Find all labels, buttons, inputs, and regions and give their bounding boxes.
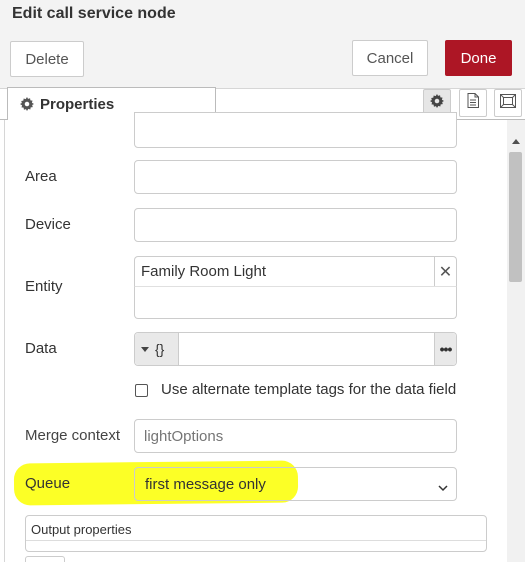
merge-context-input[interactable] [134,419,457,453]
entity-label: Entity [25,278,63,295]
description-icon [467,93,479,113]
data-type-value: {} [155,341,165,357]
entity-input[interactable] [134,287,457,319]
content-left-border [4,120,5,562]
dialog-header: Edit call service node Delete Cancel Don… [0,0,525,89]
scroll-up-icon[interactable] [512,139,520,144]
device-input[interactable] [134,208,457,242]
chevron-down-icon [438,479,448,496]
data-type-selector[interactable]: {} [135,333,179,365]
appearance-tab-button[interactable] [494,89,522,117]
output-properties-label: Output properties [31,522,132,537]
description-tab-button[interactable] [459,89,487,117]
output-properties-divider [26,540,486,541]
alt-template-checkbox[interactable] [135,384,148,397]
device-label: Device [25,216,71,233]
cancel-button[interactable]: Cancel [352,40,428,76]
data-typed-input[interactable]: {} ••• [134,332,457,366]
merge-context-label: Merge context [25,427,121,444]
tab-properties-label: Properties [40,95,115,113]
alt-template-label: Use alternate template tags for the data… [161,381,457,398]
ellipsis-icon[interactable]: ••• [434,333,456,365]
area-input[interactable] [134,160,457,194]
entity-tag-text: Family Room Light [141,263,267,280]
queue-select-value: first message only [145,475,266,493]
server-field-partial[interactable] [134,112,457,148]
queue-select[interactable]: first message only [134,467,457,501]
dialog-title: Edit call service node [12,5,176,22]
close-icon[interactable]: ✕ [434,257,456,286]
add-output-button-partial[interactable] [25,556,65,562]
done-button[interactable]: Done [445,40,512,76]
gear-icon [430,93,444,113]
appearance-icon [500,93,516,113]
edit-node-dialog: Edit call service node Delete Cancel Don… [0,0,525,562]
scrollbar-thumb[interactable] [509,152,522,282]
caret-down-icon [141,346,149,352]
entity-tag[interactable]: Family Room Light ✕ [134,256,457,287]
delete-button[interactable]: Delete [10,41,84,77]
output-properties-box: Output properties [25,515,487,552]
gear-icon [20,97,34,111]
queue-label: Queue [25,475,71,492]
data-label: Data [25,340,57,357]
area-label: Area [25,168,57,185]
